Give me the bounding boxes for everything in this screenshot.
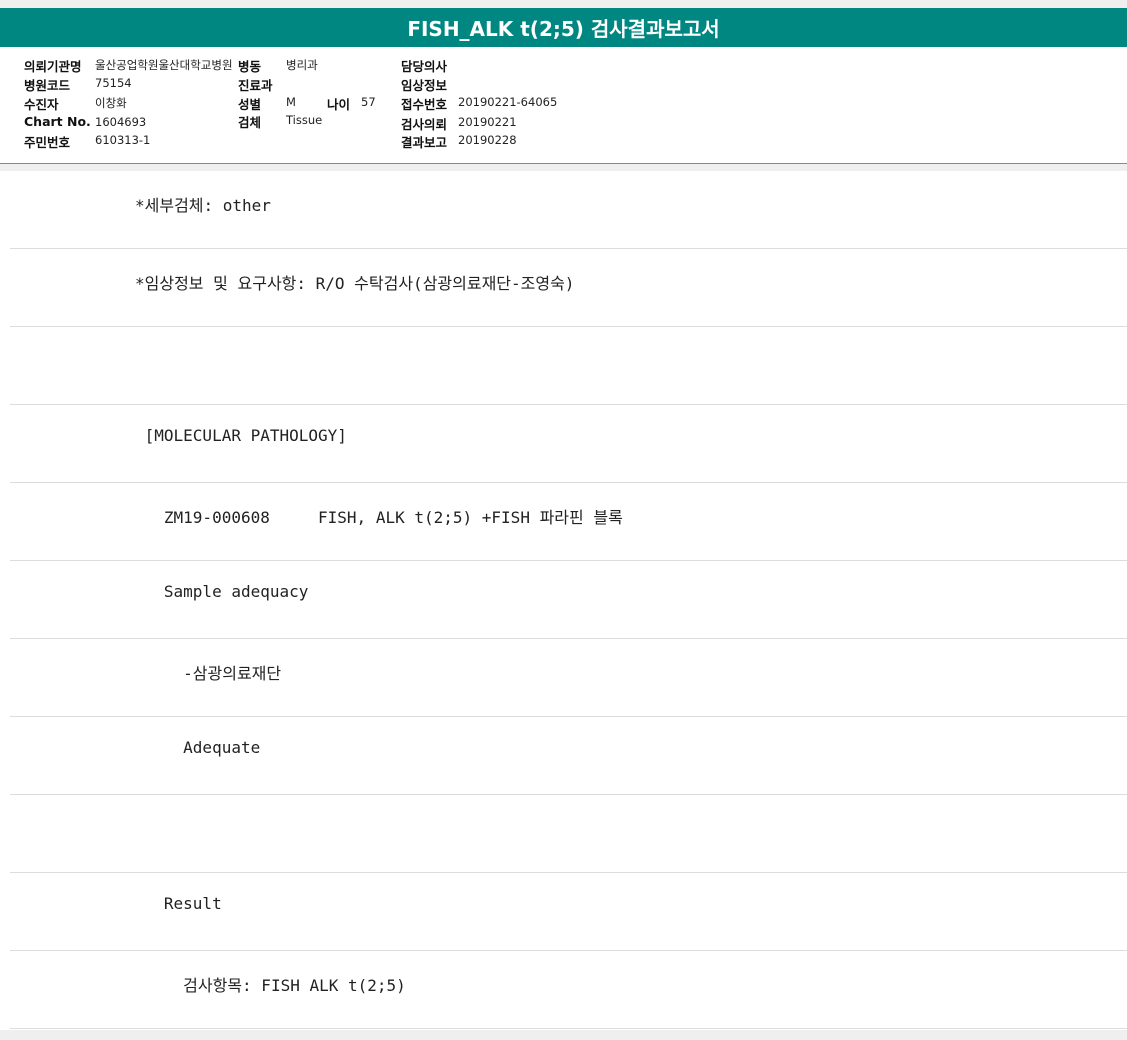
test-item-text: 검사항목: FISH ALK t(2;5) <box>135 976 406 995</box>
receipt-no-value: 20190221-64065 <box>458 95 558 109</box>
specimen-label: 검체 <box>238 115 262 130</box>
resident-no-value: 610313-1 <box>95 133 151 147</box>
request-date-label: 검사의뢰 <box>401 117 448 132</box>
report-line: Sample adequacy <box>10 561 1127 639</box>
patient-label: 수진자 <box>24 97 59 112</box>
report-line: Result <box>10 873 1127 951</box>
specimen-value: Tissue <box>286 113 323 127</box>
chart-no-value: 1604693 <box>95 115 147 129</box>
report-line <box>10 327 1127 405</box>
patient-info-panel: 의뢰기관명 울산공업학원울산대학교병원 병동 병리과 담당의사 병원코드 751… <box>0 47 1127 164</box>
sample-source-text: -삼광의료재단 <box>135 664 282 683</box>
sex-label: 성별 <box>238 97 262 112</box>
ward-label: 병동 <box>238 59 262 74</box>
report-date-label: 결과보고 <box>401 135 448 150</box>
hospital-code-label: 병원코드 <box>24 78 71 93</box>
report-line: -삼광의료재단 <box>10 639 1127 717</box>
institution-value: 울산공업학원울산대학교병원 <box>95 58 233 72</box>
test-order-text: ZM19-000608 FISH, ALK t(2;5) +FISH 파라핀 블… <box>135 508 623 527</box>
report-date-value: 20190228 <box>458 133 517 147</box>
patient-value: 이창화 <box>95 96 127 110</box>
age-label: 나이 <box>327 97 351 112</box>
report-line <box>10 795 1127 873</box>
report-title: FISH_ALK t(2;5) 검사결과보고서 <box>0 8 1127 47</box>
doctor-label: 담당의사 <box>401 59 448 74</box>
report-line: 검사항목: FISH ALK t(2;5) <box>10 951 1127 1029</box>
institution-label: 의뢰기관명 <box>24 59 82 74</box>
resident-no-label: 주민번호 <box>24 135 71 150</box>
request-date-value: 20190221 <box>458 115 517 129</box>
sex-value: M <box>286 95 296 109</box>
report-line: *임상정보 및 요구사항: R/O 수탁검사(삼광의료재단-조영숙) <box>10 249 1127 327</box>
result-heading: Result <box>135 894 222 913</box>
ward-value: 병리과 <box>286 58 318 72</box>
clinical-info-label: 임상정보 <box>401 78 448 93</box>
report-line: ZM19-000608 FISH, ALK t(2;5) +FISH 파라핀 블… <box>10 483 1127 561</box>
department-label: 진료과 <box>238 78 273 93</box>
section-heading: [MOLECULAR PATHOLOGY] <box>135 426 347 445</box>
receipt-no-label: 접수번호 <box>401 97 448 112</box>
report-line: [MOLECULAR PATHOLOGY] <box>10 405 1127 483</box>
report-body: *세부검체: other *임상정보 및 요구사항: R/O 수탁검사(삼광의료… <box>0 171 1127 1030</box>
detailed-specimen-text: *세부검체: other <box>135 196 271 215</box>
report-line: *세부검체: other <box>10 171 1127 249</box>
report-line: Adequate <box>10 717 1127 795</box>
chart-no-label: Chart No. <box>24 114 91 129</box>
clinical-request-text: *임상정보 및 요구사항: R/O 수탁검사(삼광의료재단-조영숙) <box>135 274 575 293</box>
sample-adequacy-heading: Sample adequacy <box>135 582 309 601</box>
age-value: 57 <box>361 95 376 109</box>
adequacy-result-text: Adequate <box>135 738 261 757</box>
hospital-code-value: 75154 <box>95 76 132 90</box>
